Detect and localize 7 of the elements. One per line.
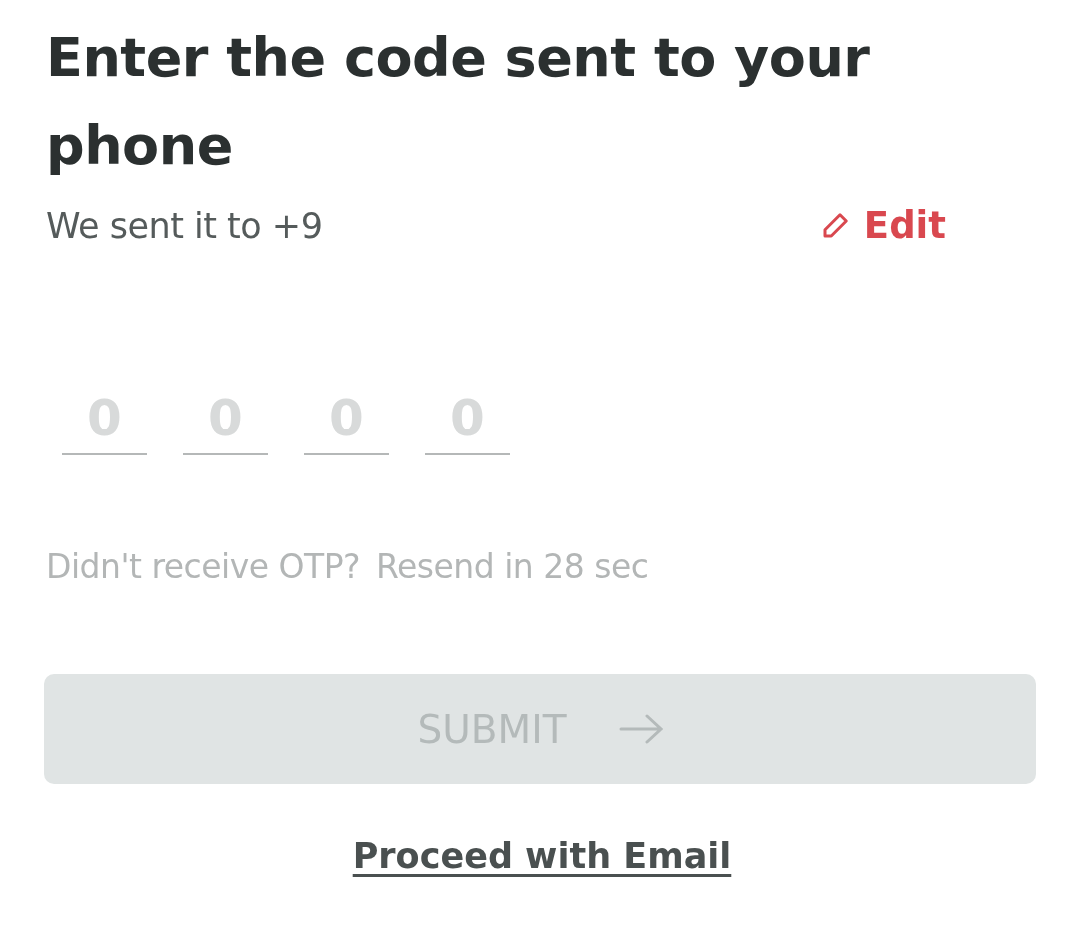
edit-link[interactable]: Edit <box>819 204 946 247</box>
page-title: Enter the code sent to your phone <box>46 25 871 179</box>
phone-sent-text: We sent it to +9 <box>46 205 323 246</box>
resend-countdown: Resend in 28 sec <box>376 547 649 586</box>
arrow-right-icon <box>618 714 663 744</box>
proceed-with-email-link[interactable]: Proceed with Email <box>352 836 732 876</box>
resend-question: Didn't receive OTP? <box>46 547 361 586</box>
